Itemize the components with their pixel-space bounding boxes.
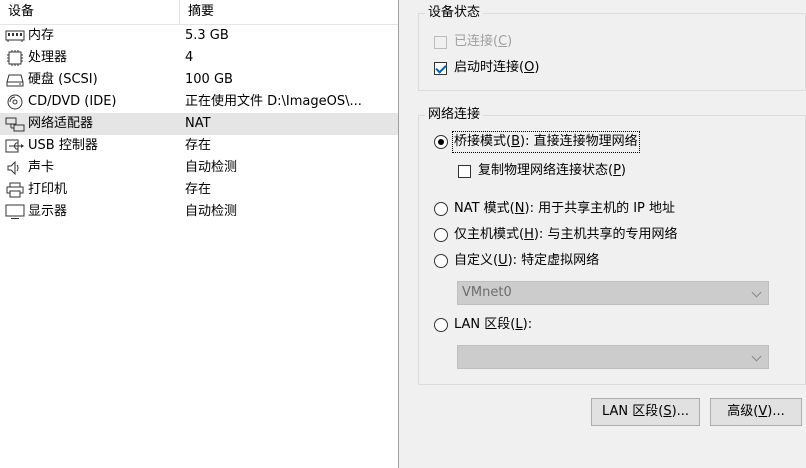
display-icon [5, 204, 25, 219]
memory-icon [5, 30, 25, 42]
column-header-device[interactable]: 设备 [0, 0, 180, 24]
custom-network-select-value: VMnet0 [462, 285, 512, 300]
device-summary: 5.3 GB [185, 28, 229, 43]
hard-disk-icon [6, 74, 24, 87]
device-name: 显示器 [28, 204, 68, 219]
device-name: 处理器 [28, 50, 68, 65]
device-row-sound-card[interactable]: 声卡 自动检测 [0, 157, 398, 179]
connect-at-power-on-checkbox-box [434, 62, 447, 75]
device-name: 网络适配器 [28, 116, 94, 131]
advanced-button[interactable]: 高级(V)... [710, 398, 802, 426]
device-row-memory[interactable]: 内存 5.3 GB [0, 25, 398, 47]
device-status-title: 设备状态 [425, 5, 484, 21]
nat-label: NAT 模式(N): 用于共享主机的 IP 地址 [454, 201, 676, 216]
device-row-network-adapter[interactable]: 网络适配器 NAT [0, 113, 398, 135]
lan-segment-radio-dot [434, 318, 448, 332]
nat-radio-dot [434, 202, 448, 216]
bridged-label: 桥接模式(B): 直接连接物理网络 [452, 131, 640, 153]
device-name: 打印机 [28, 182, 68, 197]
connected-checkbox-box [434, 36, 447, 49]
device-summary: 自动检测 [185, 160, 238, 175]
device-summary: 4 [185, 50, 194, 65]
device-list: 设备 摘要 内存 5.3 GB 处理器 4 硬盘 (SCSI) 100 GB C… [0, 0, 399, 468]
cd-dvd-icon [7, 94, 23, 110]
sound-card-icon [7, 160, 19, 176]
device-row-printer[interactable]: 打印机 存在 [0, 179, 398, 201]
device-summary: 存在 [185, 138, 212, 153]
device-summary: 100 GB [185, 72, 233, 87]
lan-segment-label: LAN 区段(L): [454, 317, 533, 332]
device-row-cd-dvd[interactable]: CD/DVD (IDE) 正在使用文件 D:\ImageOS\... [0, 91, 398, 113]
lan-segment-select[interactable] [457, 345, 769, 369]
connect-at-power-on-label: 启动时连接(O) [454, 60, 540, 75]
custom-radio-dot [434, 254, 448, 268]
column-header-summary[interactable]: 摘要 [180, 0, 398, 24]
custom-network-select[interactable]: VMnet0 [457, 281, 769, 305]
host-only-radio-dot [434, 228, 448, 242]
chevron-down-icon [751, 287, 762, 298]
replicate-label: 复制物理网络连接状态(P) [478, 163, 626, 178]
device-name: USB 控制器 [28, 138, 98, 153]
network-connection-title: 网络连接 [425, 107, 484, 123]
list-header: 设备 摘要 [0, 0, 398, 25]
device-summary: 自动检测 [185, 204, 238, 219]
device-status-group: 设备状态 [418, 5, 806, 91]
chevron-down-icon [751, 351, 762, 362]
usb-icon [5, 139, 24, 153]
device-summary: 存在 [185, 182, 212, 197]
device-name: CD/DVD (IDE) [28, 94, 117, 109]
device-row-processor[interactable]: 处理器 4 [0, 47, 398, 69]
device-name: 硬盘 (SCSI) [28, 72, 98, 87]
device-summary: NAT [185, 116, 211, 131]
processor-icon [7, 50, 23, 66]
connected-label: 已连接(C) [454, 34, 513, 49]
device-row-hard-disk[interactable]: 硬盘 (SCSI) 100 GB [0, 69, 398, 91]
device-row-usb[interactable]: USB 控制器 存在 [0, 135, 398, 157]
printer-icon [6, 182, 24, 198]
replicate-checkbox-box [458, 165, 471, 178]
network-adapter-icon [5, 117, 25, 132]
device-name: 声卡 [28, 160, 55, 175]
host-only-label: 仅主机模式(H): 与主机共享的专用网络 [454, 227, 678, 242]
device-row-display[interactable]: 显示器 自动检测 [0, 201, 398, 223]
lan-segments-button[interactable]: LAN 区段(S)... [591, 398, 700, 426]
device-summary: 正在使用文件 D:\ImageOS\... [185, 94, 362, 109]
custom-label: 自定义(U): 特定虚拟网络 [454, 253, 600, 268]
device-name: 内存 [28, 28, 55, 43]
bridged-radio-dot [434, 135, 448, 149]
